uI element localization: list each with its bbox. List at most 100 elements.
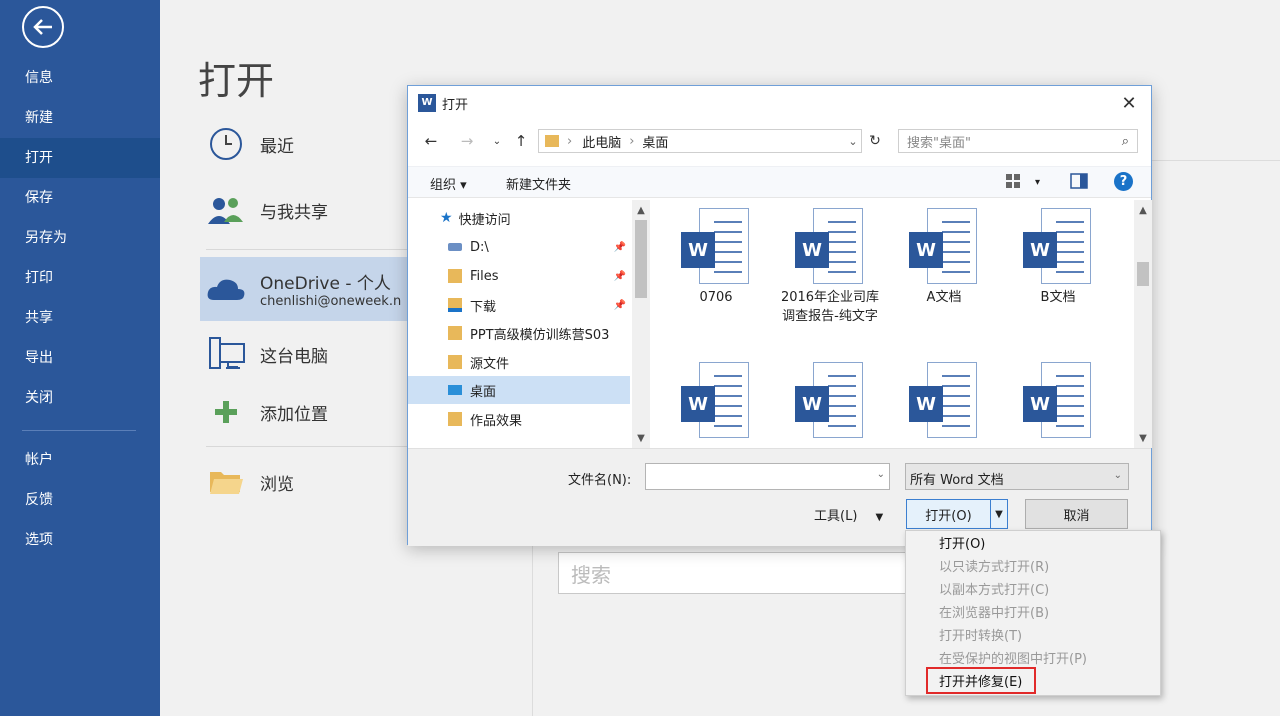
- menu-item-open-with-transform[interactable]: 打开时转换(T): [939, 626, 1022, 648]
- file-name: 2016年企业司库调查报告-纯文字: [780, 290, 880, 324]
- nav-close[interactable]: 关闭: [0, 378, 160, 418]
- cancel-button[interactable]: 取消: [1025, 499, 1128, 529]
- help-icon[interactable]: ?: [1114, 172, 1133, 191]
- tree-item-works[interactable]: 作品效果: [408, 405, 630, 433]
- menu-item-open-as-copy[interactable]: 以副本方式打开(C): [939, 580, 1049, 602]
- open-dropdown-icon[interactable]: ▼: [991, 500, 1007, 528]
- forward-nav-icon[interactable]: →: [456, 130, 478, 152]
- nav-info[interactable]: 信息: [0, 58, 160, 98]
- drive-icon: [448, 243, 462, 251]
- file-item[interactable]: W: [666, 362, 766, 442]
- address-input[interactable]: › 此电脑 › 桌面 ⌄: [538, 129, 862, 153]
- preview-pane-icon[interactable]: [1070, 173, 1088, 193]
- tree-item-downloads[interactable]: 下载 📌: [408, 291, 630, 319]
- organize-button[interactable]: 组织 ▾: [430, 174, 467, 193]
- file-item[interactable]: W 2016年企业司库调查报告-纯文字: [780, 208, 880, 326]
- file-item[interactable]: W: [1008, 362, 1108, 442]
- scroll-up-icon[interactable]: ▲: [1134, 202, 1152, 218]
- tree-item-d-drive[interactable]: D:\ 📌: [408, 233, 630, 261]
- breadcrumb-desktop[interactable]: 桌面: [642, 132, 668, 151]
- tree-item-label: PPT高级模仿训练营S03: [470, 327, 610, 343]
- dialog-titlebar: W 打开: [408, 86, 1151, 120]
- folder-location-icon: [545, 135, 559, 147]
- nav-open[interactable]: 打开: [0, 138, 160, 178]
- word-document-icon: W: [909, 362, 979, 438]
- menu-item-open-in-browser[interactable]: 在浏览器中打开(B): [939, 603, 1049, 625]
- word-document-icon: W: [1023, 208, 1093, 284]
- scroll-thumb[interactable]: [635, 220, 647, 298]
- folder-icon: [448, 269, 462, 283]
- background-search-input[interactable]: 搜索: [558, 552, 920, 594]
- pin-icon: 📌: [613, 241, 626, 253]
- tree-item-source-files[interactable]: 源文件: [408, 348, 630, 376]
- tree-scrollbar[interactable]: ▲ ▼: [632, 200, 650, 448]
- tree-item-files[interactable]: Files 📌: [408, 262, 630, 290]
- annotation-highlight-box: [926, 667, 1036, 694]
- breadcrumb-this-pc[interactable]: 此电脑: [582, 132, 621, 151]
- place-label: OneDrive - 个人: [260, 274, 391, 294]
- menu-item-open-read-only[interactable]: 以只读方式打开(R): [939, 557, 1049, 579]
- place-label: 与我共享: [260, 202, 328, 223]
- desktop-icon: [448, 385, 462, 395]
- scroll-down-icon[interactable]: ▼: [1134, 430, 1152, 446]
- word-document-icon: W: [681, 208, 751, 284]
- nav-new[interactable]: 新建: [0, 98, 160, 138]
- tree-item-desktop[interactable]: 桌面: [408, 376, 630, 404]
- nav-feedback[interactable]: 反馈: [0, 480, 160, 520]
- tree-item-ppt-camp[interactable]: PPT高级模仿训练营S03: [408, 319, 630, 347]
- breadcrumb-separator: ›: [567, 133, 573, 149]
- word-app-icon: W: [418, 94, 436, 112]
- back-arrow-icon: [33, 19, 52, 35]
- refresh-icon[interactable]: ↻: [864, 130, 886, 152]
- star-icon: ★: [440, 210, 453, 226]
- tree-item-label: 快捷访问: [458, 212, 511, 228]
- scroll-thumb[interactable]: [1137, 262, 1149, 286]
- file-item[interactable]: W: [894, 362, 994, 442]
- place-label: 最近: [260, 136, 294, 157]
- filename-input[interactable]: ⌄: [645, 463, 890, 490]
- nav-save-as[interactable]: 另存为: [0, 218, 160, 258]
- scroll-up-icon[interactable]: ▲: [632, 202, 650, 218]
- tree-item-quick-access[interactable]: ★ 快捷访问: [408, 204, 630, 232]
- file-list: W 0706 W 2016年企业司库调查报告-纯文字 W A文档 W B文档 W…: [652, 200, 1132, 448]
- chevron-down-icon[interactable]: ⌄: [843, 135, 863, 148]
- nav-save[interactable]: 保存: [0, 178, 160, 218]
- menu-item-open[interactable]: 打开(O): [939, 534, 985, 556]
- file-item[interactable]: W A文档: [894, 208, 994, 307]
- new-folder-button[interactable]: 新建文件夹: [506, 174, 571, 193]
- nav-account[interactable]: 帐户: [0, 440, 160, 480]
- open-split-button[interactable]: 打开(O) ▼: [906, 499, 1008, 529]
- tools-button[interactable]: 工具(L) ▼: [814, 505, 883, 524]
- file-type-select[interactable]: 所有 Word 文档 ⌄: [905, 463, 1129, 490]
- view-dropdown-icon[interactable]: ▾: [1035, 177, 1040, 188]
- view-options-icon[interactable]: [1005, 173, 1021, 193]
- recent-locations-icon[interactable]: ⌄: [486, 130, 508, 152]
- dialog-search-input[interactable]: 搜索"桌面" ⌕: [898, 129, 1138, 153]
- open-button[interactable]: 打开(O): [907, 500, 991, 528]
- chevron-down-icon: ⌄: [1113, 470, 1122, 481]
- file-item[interactable]: W 0706: [666, 208, 766, 307]
- cloud-icon: [200, 276, 252, 302]
- close-icon[interactable]: ✕: [1117, 92, 1141, 114]
- file-item[interactable]: W: [780, 362, 880, 442]
- back-nav-icon[interactable]: ←: [420, 130, 442, 152]
- nav-print[interactable]: 打印: [0, 258, 160, 298]
- command-bar: 组织 ▾ 新建文件夹 ▾ ?: [408, 166, 1151, 198]
- word-document-icon: W: [681, 362, 751, 438]
- plus-icon: [200, 399, 252, 425]
- chevron-down-icon[interactable]: ⌄: [877, 469, 885, 480]
- place-account-email: chenlishi@oneweek.n: [260, 294, 402, 309]
- pin-icon: 📌: [613, 299, 626, 311]
- file-list-scrollbar[interactable]: ▲ ▼: [1134, 200, 1152, 448]
- address-bar-row: ← → ⌄ ↑ › 此电脑 › 桌面 ⌄ ↻ 搜索"桌面" ⌕: [408, 126, 1151, 156]
- breadcrumb-separator: ›: [629, 133, 635, 149]
- up-folder-icon[interactable]: ↑: [510, 130, 532, 152]
- people-icon: [200, 194, 252, 226]
- nav-share[interactable]: 共享: [0, 298, 160, 338]
- back-button[interactable]: [22, 6, 64, 48]
- file-item[interactable]: W B文档: [1008, 208, 1108, 307]
- nav-export[interactable]: 导出: [0, 338, 160, 378]
- place-label: 这台电脑: [260, 346, 328, 367]
- nav-options[interactable]: 选项: [0, 520, 160, 560]
- scroll-down-icon[interactable]: ▼: [632, 430, 650, 446]
